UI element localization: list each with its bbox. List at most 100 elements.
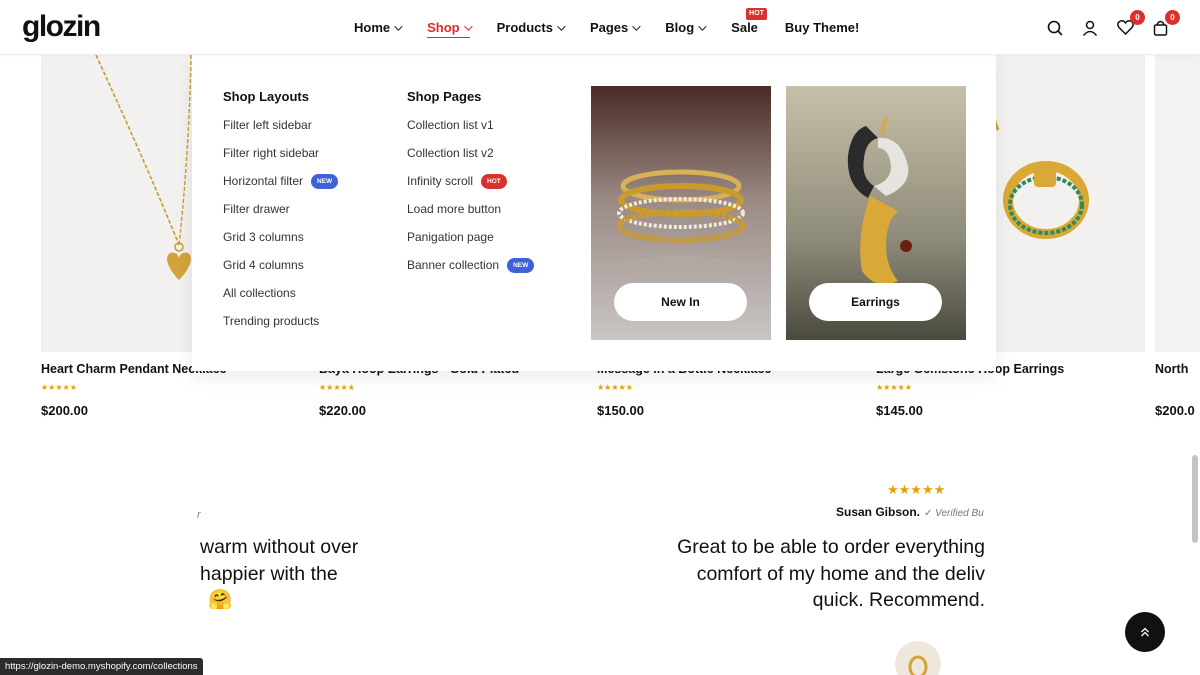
menu-link[interactable]: Filter right sidebar	[223, 145, 338, 173]
quote-line: quick. Recommend.	[812, 589, 985, 611]
nav-buy-theme[interactable]: Buy Theme!	[785, 0, 859, 55]
hot-badge: HOT	[746, 8, 767, 20]
menu-link-label: Filter right sidebar	[223, 146, 320, 160]
page-scrollbar[interactable]	[1192, 455, 1198, 543]
product-card[interactable]: North $200.0	[1155, 55, 1200, 418]
product-price: $200.0	[1155, 403, 1195, 418]
menu-link[interactable]: Horizontal filter NEW	[223, 173, 339, 201]
chevron-down-icon	[463, 21, 473, 31]
scroll-to-top-button[interactable]	[1125, 612, 1165, 652]
product-image[interactable]	[1155, 55, 1200, 352]
author-fragment: r	[197, 509, 201, 521]
heart-icon[interactable]: 0	[1115, 9, 1145, 38]
reviewer-product-thumbnail	[895, 641, 941, 675]
rating-stars: ★★★★★	[876, 383, 912, 392]
nav-blog[interactable]: Blog	[665, 0, 707, 55]
quote-line: Great to be able to order everything	[677, 536, 985, 558]
rating-stars: ★★★★★	[319, 383, 355, 392]
menu-link[interactable]: All collections	[223, 285, 338, 313]
cart-count: 0	[1165, 9, 1180, 25]
menu-link-label: Infinity scroll	[407, 174, 474, 188]
menu-link[interactable]: Panigation page	[407, 229, 534, 257]
menu-link[interactable]: Grid 3 columns	[223, 229, 338, 257]
column-heading: Shop Pages	[407, 89, 482, 104]
nav-sale[interactable]: HOT Sale	[731, 0, 767, 55]
testimonial-rating: ★★★★★	[887, 482, 946, 497]
menu-link-label: Grid 3 columns	[223, 230, 304, 244]
shop-layouts-column: Shop Layouts Filter left sidebar Filter …	[223, 89, 339, 341]
nav-label: Sale	[731, 20, 758, 35]
menu-link[interactable]: Banner collection NEW	[407, 257, 535, 285]
chevron-down-icon	[698, 21, 707, 31]
nav-home[interactable]: Home	[354, 0, 403, 55]
menu-link[interactable]: Load more button	[407, 201, 534, 229]
earrings-button[interactable]: Earrings	[809, 283, 942, 321]
menu-link-label: Collection list v2	[407, 146, 494, 160]
browser-status-url: https://glozin-demo.myshopify.com/collec…	[0, 658, 203, 675]
column-heading: Shop Layouts	[223, 89, 309, 104]
nav-label: Home	[354, 20, 391, 35]
menu-link-label: Banner collection	[407, 258, 500, 272]
product-price: $220.00	[319, 403, 366, 418]
menu-link[interactable]: Grid 4 columns	[223, 257, 338, 285]
testimonial-author: Susan Gibson. ✓ Verified Bu	[836, 505, 986, 519]
verified-buyer-label: ✓ Verified Bu	[924, 508, 984, 519]
shop-mega-menu: Shop Layouts Filter left sidebar Filter …	[192, 55, 996, 371]
header-icons: 0 0	[1030, 0, 1180, 55]
menu-link-label: Filter drawer	[223, 202, 290, 216]
nav-shop[interactable]: Shop	[427, 0, 473, 55]
menu-link[interactable]: Collection list v1	[407, 117, 534, 145]
nav-products[interactable]: Products	[496, 0, 566, 55]
nav-label: Blog	[665, 20, 695, 35]
menu-link-label: Grid 4 columns	[223, 258, 304, 272]
promo-earrings[interactable]: Earrings	[786, 86, 966, 340]
site-header: glozin Home Shop Products Pages Blog HOT…	[0, 0, 1200, 55]
menu-link-label: Collection list v1	[407, 118, 494, 132]
right-testimonial-quote: Great to be able to order everything com…	[600, 534, 985, 619]
left-testimonial-quote: warm without over happier with the 🤗	[200, 534, 400, 619]
hug-emoji: 🤗	[208, 589, 233, 611]
search-icon[interactable]	[1045, 18, 1065, 38]
menu-link[interactable]: Collection list v2	[407, 145, 534, 173]
author-name: Susan Gibson.	[836, 505, 921, 519]
cart-icon[interactable]: 0	[1150, 9, 1180, 38]
wishlist-count: 0	[1130, 9, 1145, 25]
chevron-down-icon	[557, 21, 566, 31]
menu-link[interactable]: Filter drawer	[223, 201, 338, 229]
menu-link-label: Filter left sidebar	[223, 118, 312, 132]
chevron-down-icon	[394, 21, 403, 31]
menu-link[interactable]: Infinity scroll HOT	[407, 173, 534, 201]
menu-link-label: Trending products	[223, 314, 320, 328]
menu-link-label: Load more button	[407, 202, 502, 216]
quote-line: happier with the	[200, 562, 338, 585]
rating-stars: ★★★★★	[41, 383, 77, 392]
logo[interactable]: glozin	[22, 10, 101, 44]
rating-stars: ★★★★★	[597, 383, 633, 392]
nav-label: Buy Theme!	[784, 20, 860, 35]
product-price: $200.00	[41, 403, 88, 418]
menu-link-label: Panigation page	[407, 230, 494, 244]
quote-line: comfort of my home and the deliv	[696, 562, 985, 585]
menu-link[interactable]: Trending products	[223, 313, 338, 341]
menu-link-label: All collections	[223, 286, 296, 300]
nav-label: Shop	[427, 20, 460, 35]
nav-pages[interactable]: Pages	[589, 0, 641, 55]
hot-tag: HOT	[481, 174, 507, 189]
chevron-down-icon	[632, 21, 641, 31]
nav-label: Pages	[589, 20, 629, 35]
user-icon[interactable]	[1080, 18, 1100, 38]
left-testimonial-author: r	[197, 505, 217, 521]
product-price: $150.00	[597, 403, 644, 418]
chevron-up-icon	[1141, 627, 1149, 637]
new-in-button[interactable]: New In	[614, 283, 747, 321]
product-price: $145.00	[876, 403, 923, 418]
menu-link-label: Horizontal filter	[223, 174, 304, 188]
menu-link[interactable]: Filter left sidebar	[223, 117, 338, 145]
new-tag: NEW	[311, 174, 339, 189]
shop-pages-column: Shop Pages Collection list v1 Collection…	[407, 89, 535, 285]
new-tag: NEW	[507, 258, 535, 273]
promo-new-in[interactable]: New In	[591, 86, 771, 340]
nav-label: Products	[496, 20, 553, 35]
product-name[interactable]: North	[1155, 362, 1188, 376]
quote-line: warm without over	[200, 536, 359, 558]
